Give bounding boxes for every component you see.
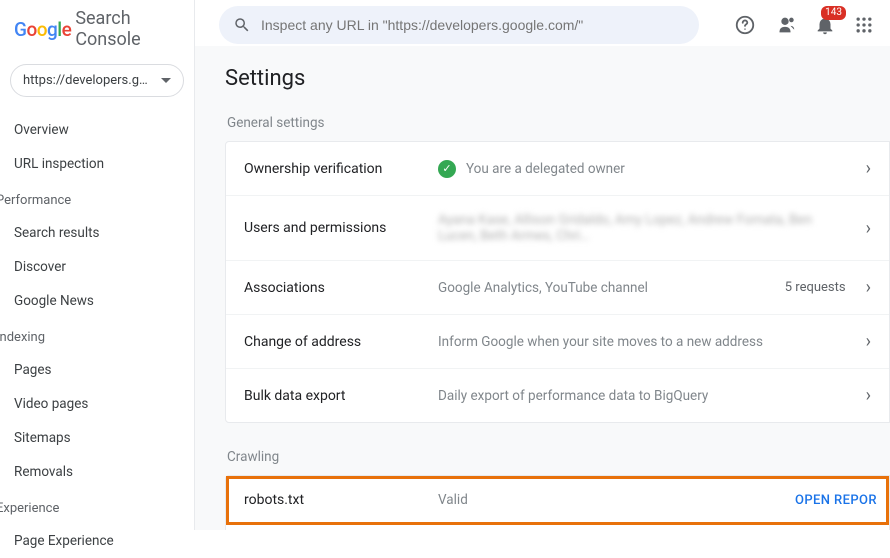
chevron-right-icon: › [866, 158, 871, 179]
row-robots[interactable]: robots.txt Valid OPEN REPOR [226, 476, 889, 525]
search-input[interactable] [261, 17, 685, 33]
sidebar-item-video-pages[interactable]: Video pages [0, 387, 194, 421]
topbar: 143 [195, 0, 890, 46]
google-logo: Google [14, 18, 71, 41]
sidebar-item-removals[interactable]: Removals [0, 455, 194, 489]
page-title: Settings [225, 66, 890, 91]
row-associations[interactable]: Associations Google Analytics, YouTube c… [226, 261, 889, 315]
sidebar-item-url-inspection[interactable]: URL inspection [0, 147, 194, 181]
row-label: Users and permissions [244, 220, 424, 236]
row-desc: ✓ You are a delegated owner [438, 160, 852, 178]
row-label: Change of address [244, 334, 424, 350]
nav-heading-performance: Performance [0, 181, 194, 212]
sidebar-item-search-results[interactable]: Search results [0, 216, 194, 250]
property-label: https://developers.g… [23, 73, 148, 88]
chevron-down-icon [161, 78, 171, 84]
row-desc: Ayana Kase, Allison Gridaldo, Amy Lopez,… [438, 212, 852, 244]
sidebar-item-overview[interactable]: Overview [0, 113, 194, 147]
row-desc: Inform Google when your site moves to a … [438, 334, 852, 350]
notifications-badge: 143 [821, 6, 846, 20]
row-label: Associations [244, 280, 424, 296]
nav-heading-indexing: Indexing [0, 318, 194, 349]
row-label: Ownership verification [244, 161, 424, 177]
row-label: Bulk data export [244, 388, 424, 404]
sidebar-item-discover[interactable]: Discover [0, 250, 194, 284]
row-users[interactable]: Users and permissions Ayana Kase, Alliso… [226, 196, 889, 261]
chevron-right-icon: › [866, 277, 871, 298]
section-general-heading: General settings [227, 115, 890, 131]
check-icon: ✓ [438, 160, 456, 178]
row-desc: Google Analytics, YouTube channel [438, 280, 771, 296]
notifications-icon[interactable]: 143 [814, 14, 836, 36]
row-bulk-export[interactable]: Bulk data export Daily export of perform… [226, 369, 889, 422]
sidebar-item-google-news[interactable]: Google News [0, 284, 194, 318]
sidebar-item-pages[interactable]: Pages [0, 353, 194, 387]
row-desc: Daily export of performance data to BigQ… [438, 388, 852, 404]
chevron-right-icon: › [866, 385, 871, 406]
search-icon [233, 16, 251, 34]
nav-heading-experience: Experience [0, 489, 194, 520]
help-icon[interactable] [734, 14, 756, 36]
crawling-card: robots.txt Valid OPEN REPOR Crawl stats … [225, 475, 890, 530]
row-right: 5 requests [785, 280, 846, 295]
chevron-right-icon: › [866, 218, 871, 239]
app-name: Search Console [75, 8, 180, 50]
chevron-right-icon: › [866, 331, 871, 352]
row-label: robots.txt [244, 492, 424, 508]
sidebar-item-page-experience[interactable]: Page Experience [0, 524, 194, 558]
section-crawling-heading: Crawling [227, 449, 890, 465]
apps-icon[interactable] [854, 15, 874, 35]
open-report-button[interactable]: OPEN REPOR [795, 493, 877, 508]
row-ownership[interactable]: Ownership verification ✓ You are a deleg… [226, 142, 889, 196]
main: 143 Settings General settings Ownership … [195, 0, 890, 530]
people-icon[interactable] [774, 14, 796, 36]
row-change-address[interactable]: Change of address Inform Google when you… [226, 315, 889, 369]
property-selector[interactable]: https://developers.g… [10, 64, 184, 97]
row-crawl-stats[interactable]: Crawl stats 96.5M crawl requests (last 9… [226, 525, 889, 530]
sidebar: Google Search Console https://developers… [0, 0, 195, 530]
logo-row: Google Search Console [0, 0, 194, 60]
row-desc: Valid [438, 492, 781, 508]
search-bar[interactable] [219, 6, 699, 44]
general-settings-card: Ownership verification ✓ You are a deleg… [225, 141, 890, 423]
sidebar-item-sitemaps[interactable]: Sitemaps [0, 421, 194, 455]
